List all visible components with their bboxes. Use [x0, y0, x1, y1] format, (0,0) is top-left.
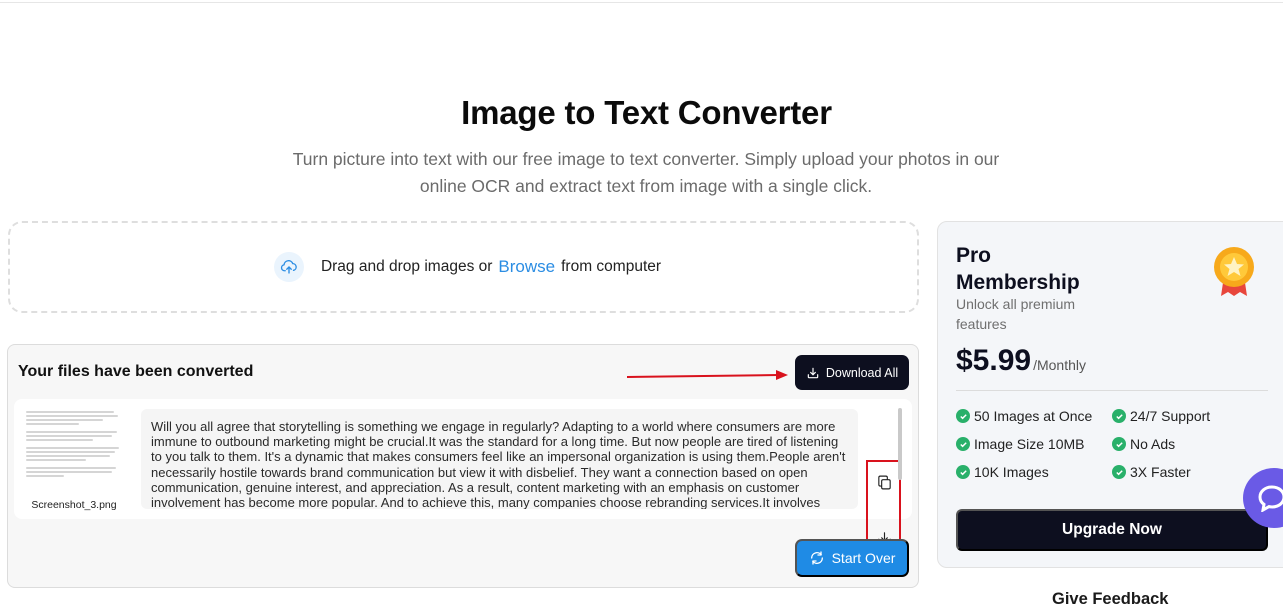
subtitle-line-2: online OCR and extract text from image w… — [419, 176, 873, 196]
pro-title: Pro Membership — [956, 244, 1080, 294]
upgrade-now-button[interactable]: Upgrade Now — [956, 509, 1268, 551]
pro-membership-card: Pro Membership Unlock all premium featur… — [937, 221, 1283, 568]
results-title: Your files have been converted — [18, 363, 254, 380]
upload-text-suffix: from computer — [561, 258, 662, 275]
page-subtitle: Turn picture into text with our free ima… — [270, 146, 1022, 200]
pro-subtitle: Unlock all premium features — [956, 296, 1076, 332]
feature-item: 10K Images — [956, 464, 1049, 480]
feature-item: 3X Faster — [1112, 464, 1191, 480]
file-result-card: Screenshot_3.png Will you all agree that… — [14, 399, 912, 559]
check-icon — [956, 465, 970, 479]
cloud-upload-icon — [273, 252, 304, 282]
download-all-button[interactable]: Download All — [795, 355, 909, 390]
give-feedback-heading[interactable]: Give Feedback — [1052, 590, 1168, 609]
medal-icon — [1214, 247, 1254, 296]
feature-item: Image Size 10MB — [956, 436, 1085, 452]
feature-item: No Ads — [1112, 436, 1175, 452]
billing-period: /Monthly — [1033, 357, 1086, 373]
ocr-text-area[interactable]: Will you all agree that storytelling is … — [141, 409, 858, 509]
file-thumbnail — [26, 411, 122, 491]
feature-item: 50 Images at Once — [956, 408, 1092, 424]
download-all-label: Download All — [825, 365, 899, 380]
top-divider — [0, 0, 1283, 3]
browse-link[interactable]: Browse — [498, 257, 555, 277]
copy-icon[interactable] — [874, 472, 894, 492]
refresh-icon — [810, 551, 823, 565]
ocr-text: Will you all agree that storytelling is … — [151, 419, 846, 509]
price-row: $5.99 /Monthly — [956, 344, 1086, 378]
file-name: Screenshot_3.png — [31, 499, 117, 511]
price: $5.99 — [956, 344, 1032, 377]
check-icon — [1112, 465, 1126, 479]
pro-divider — [956, 390, 1268, 391]
upload-text: Drag and drop images or — [320, 258, 493, 275]
subtitle-line-1: Turn picture into text with our free ima… — [292, 149, 1000, 169]
download-icon — [807, 367, 819, 378]
ocr-scrollbar[interactable] — [898, 408, 902, 480]
check-icon — [1112, 409, 1126, 423]
start-over-label: Start Over — [831, 550, 896, 566]
annotation-arrow — [626, 370, 788, 380]
check-icon — [956, 437, 970, 451]
page-title: Image to Text Converter — [461, 94, 832, 131]
upload-dropzone[interactable]: Drag and drop images or Browse from comp… — [8, 221, 919, 313]
feature-item: 24/7 Support — [1112, 408, 1210, 424]
chat-icon — [1258, 485, 1283, 512]
check-icon — [1112, 437, 1126, 451]
check-icon — [956, 409, 970, 423]
start-over-button[interactable]: Start Over — [795, 539, 909, 577]
